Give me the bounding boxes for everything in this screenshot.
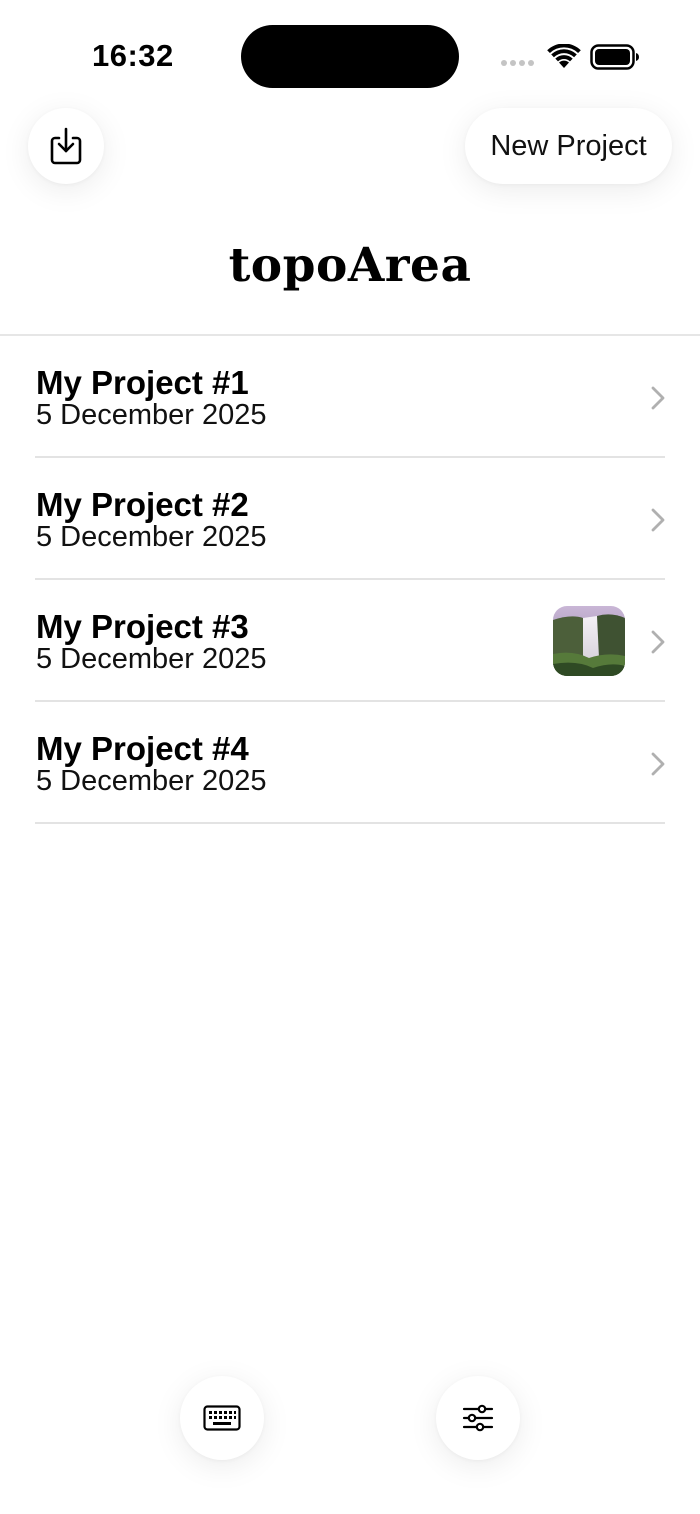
status-time: 16:32 (92, 38, 174, 73)
project-row-4[interactable]: My Project #4 5 December 2025 (35, 702, 665, 824)
project-date: 5 December 2025 (36, 643, 267, 675)
cellular-signal-icon (501, 60, 534, 66)
chevron-right-icon (651, 752, 665, 776)
app-title: topoArea (228, 238, 472, 293)
settings-button[interactable] (436, 1376, 520, 1460)
project-title: My Project #1 (36, 364, 249, 401)
keyboard-icon (203, 1405, 241, 1431)
project-date: 5 December 2025 (36, 521, 267, 553)
wifi-icon (547, 44, 581, 68)
dynamic-island (241, 25, 459, 88)
chevron-right-icon (651, 630, 665, 654)
waterfall-image (553, 606, 625, 676)
import-button[interactable] (28, 108, 104, 184)
new-project-button[interactable]: New Project (465, 108, 672, 184)
project-date: 5 December 2025 (36, 399, 267, 431)
project-thumbnail (553, 606, 625, 676)
project-date: 5 December 2025 (36, 765, 267, 797)
sliders-icon (462, 1404, 494, 1432)
tray-download-icon (50, 127, 82, 165)
project-title: My Project #4 (36, 730, 249, 767)
project-list: My Project #1 5 December 2025 My Project… (35, 336, 665, 824)
project-row-2[interactable]: My Project #2 5 December 2025 (35, 458, 665, 580)
project-row-3[interactable]: My Project #3 5 December 2025 (35, 580, 665, 702)
project-title: My Project #2 (36, 486, 249, 523)
project-title: My Project #3 (36, 608, 249, 645)
project-row-1[interactable]: My Project #1 5 December 2025 (35, 336, 665, 458)
keyboard-button[interactable] (180, 1376, 264, 1460)
chevron-right-icon (651, 386, 665, 410)
chevron-right-icon (651, 508, 665, 532)
status-bar: 16:32 (0, 0, 700, 110)
battery-icon (590, 44, 639, 70)
